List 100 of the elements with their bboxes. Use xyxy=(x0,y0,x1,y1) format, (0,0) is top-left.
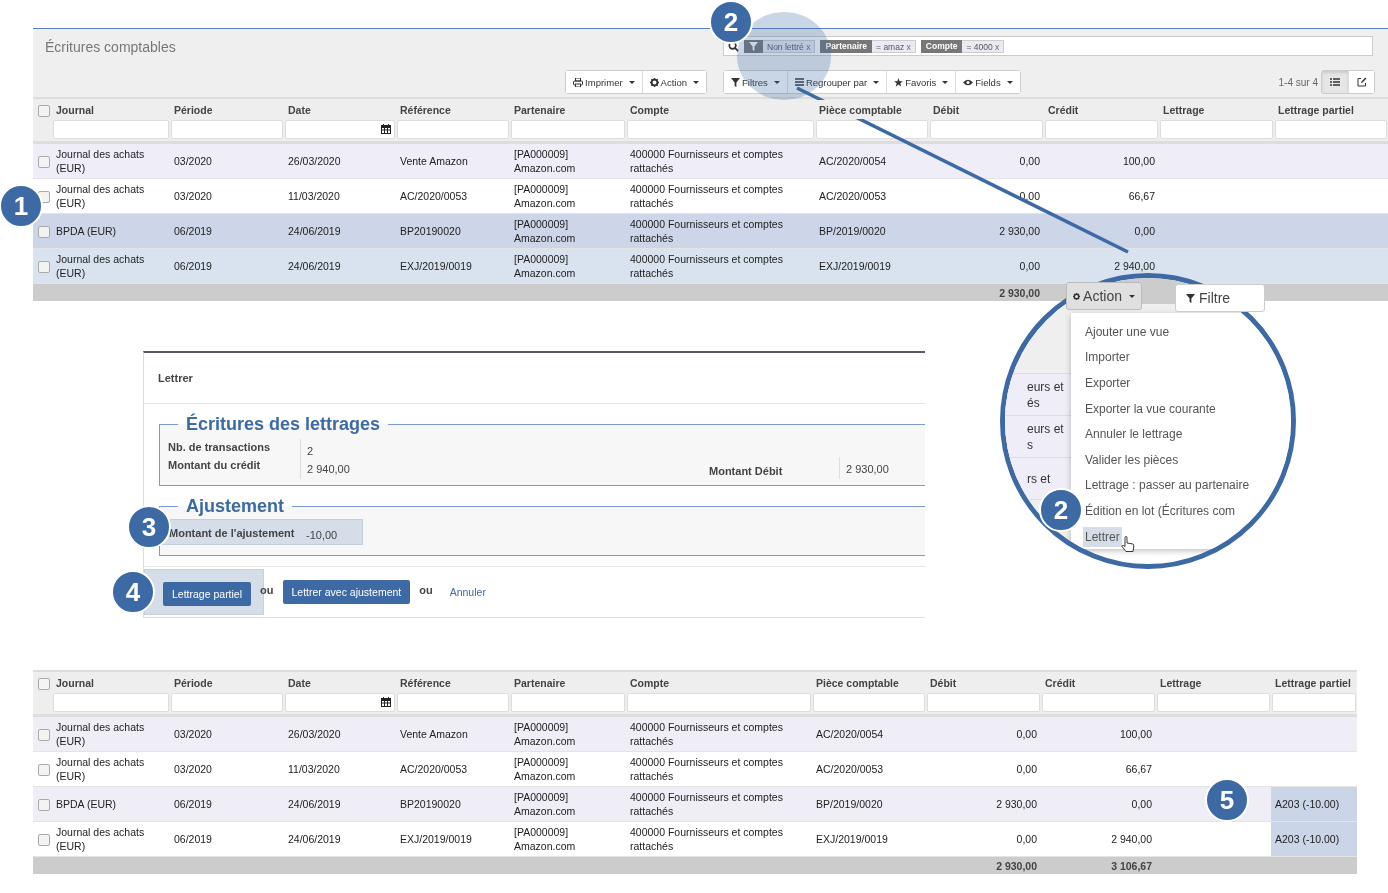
table-cell: 24/06/2019 xyxy=(288,225,341,237)
edit-icon xyxy=(1356,77,1367,87)
checkbox[interactable] xyxy=(38,729,50,742)
column-header[interactable]: Période xyxy=(174,677,213,689)
action-button[interactable]: Action xyxy=(1066,282,1142,310)
menu-item[interactable]: Lettrage : passer au partenaire xyxy=(1085,475,1250,496)
filter-field[interactable] xyxy=(53,693,169,712)
column-header[interactable]: Compte xyxy=(630,677,670,689)
filter-field[interactable] xyxy=(930,120,1043,139)
table-cell: [PA000009] Amazon.com xyxy=(514,756,576,782)
checkbox[interactable] xyxy=(38,104,50,117)
column-header[interactable]: Compte xyxy=(630,104,670,116)
table-cell: BP/2019/0020 xyxy=(819,225,886,237)
column-header[interactable]: Crédit xyxy=(1048,104,1079,116)
gear-icon xyxy=(649,77,659,87)
filter-field[interactable] xyxy=(171,693,283,712)
filter-field[interactable] xyxy=(813,693,925,712)
filter-field[interactable] xyxy=(1272,693,1356,712)
filter-field[interactable] xyxy=(1275,120,1387,139)
step-number: 1 xyxy=(0,184,43,228)
field-value: 2 930,00 xyxy=(839,457,925,479)
checkbox[interactable] xyxy=(38,261,50,274)
column-header[interactable]: Journal xyxy=(56,677,94,689)
checkbox[interactable] xyxy=(38,156,50,169)
filters-button[interactable]: Filtre xyxy=(1175,284,1265,312)
fields-button[interactable]: Fields xyxy=(955,71,1020,93)
table-cell: BP/2019/0020 xyxy=(816,798,883,810)
column-header[interactable]: Débit xyxy=(930,677,957,689)
filter-field[interactable] xyxy=(1160,120,1273,139)
filter-field[interactable] xyxy=(53,120,169,139)
table-cell: 03/2020 xyxy=(174,190,212,202)
table-cell: 03/2020 xyxy=(174,763,212,775)
checkbox[interactable] xyxy=(38,834,50,847)
menu-icon xyxy=(794,78,804,86)
column-header[interactable]: Période xyxy=(174,104,213,116)
filter-field[interactable] xyxy=(397,693,509,712)
menu-item[interactable]: Ajouter une vue xyxy=(1085,321,1170,342)
view-button[interactable] xyxy=(1322,71,1348,93)
table-cell: 06/2019 xyxy=(174,798,212,810)
table-cell: Journal des achats (EUR) xyxy=(56,756,145,782)
filter-field[interactable] xyxy=(397,120,509,139)
table-cell: AC/2020/0053 xyxy=(816,763,884,775)
caret-icon xyxy=(1006,80,1013,84)
filter-field[interactable] xyxy=(171,120,283,139)
filter-field[interactable] xyxy=(511,120,625,139)
table-cell: AC/2020/0053 xyxy=(400,190,468,202)
partial-reconcile-button[interactable]: Lettrage partiel xyxy=(163,582,252,606)
action-button[interactable]: Action xyxy=(641,71,706,93)
column-header[interactable]: Journal xyxy=(56,104,94,116)
menu-item[interactable]: Lettrer xyxy=(1083,526,1122,547)
menu-item[interactable]: Exporter xyxy=(1085,373,1131,393)
table-cell: 06/2019 xyxy=(174,833,212,845)
pager: 1-4 sur 4 xyxy=(1278,76,1318,88)
filter-field[interactable] xyxy=(627,120,814,139)
filter-field[interactable] xyxy=(1045,120,1158,139)
filter-icon xyxy=(1186,293,1195,303)
cancel-link[interactable]: Annuler xyxy=(449,586,486,598)
step-number: 4 xyxy=(111,570,155,614)
column-header[interactable]: Crédit xyxy=(1045,677,1076,689)
checkbox[interactable] xyxy=(38,226,50,239)
column-header[interactable]: Date xyxy=(288,104,311,116)
search-field[interactable]: Non lettré x Partenaire = amaz x Compte = 4000 x xyxy=(723,36,1373,56)
menu-item[interactable]: Valider les pièces xyxy=(1085,449,1179,470)
filter-field[interactable] xyxy=(285,693,395,712)
reconcile-button[interactable]: Lettrer avec ajustement xyxy=(282,580,411,604)
menu-item[interactable]: Édition en lot (Écritures com xyxy=(1085,500,1236,521)
column-header[interactable]: Débit xyxy=(933,104,960,116)
checkbox[interactable] xyxy=(38,764,50,777)
filter-field[interactable] xyxy=(285,120,395,139)
table-cell: 11/03/2020 xyxy=(288,190,340,202)
filter-field[interactable] xyxy=(927,693,1040,712)
column-header[interactable]: Date xyxy=(288,677,311,689)
table-cell: BPDA (EUR) xyxy=(56,225,117,237)
view-button[interactable] xyxy=(1348,71,1374,93)
field-value: 2 940,00 xyxy=(300,457,709,479)
filter-field[interactable] xyxy=(1157,693,1270,712)
section-title: Écritures des lettrages xyxy=(186,414,381,434)
filter-field[interactable] xyxy=(816,120,928,139)
filter-field[interactable] xyxy=(1042,693,1155,712)
table-cell: 66,67 xyxy=(1125,763,1152,775)
caret-icon xyxy=(942,80,949,84)
checkbox[interactable] xyxy=(38,799,50,812)
table-cell: 2 930,00 xyxy=(999,225,1040,237)
filter-field[interactable] xyxy=(511,693,625,712)
menu-item[interactable]: Annuler le lettrage xyxy=(1085,424,1183,445)
menu-item[interactable]: Importer xyxy=(1085,347,1130,368)
table-cell: A203 (-10.00) xyxy=(1275,798,1340,810)
table-cell: 2 930,00 xyxy=(996,798,1037,810)
filter-icon xyxy=(749,41,758,51)
table-cell: 2 940,00 xyxy=(1114,260,1155,272)
table-cell: [PA000009] Amazon.com xyxy=(514,183,576,209)
table-cell: 26/03/2020 xyxy=(288,728,341,740)
table-cell: 03/2020 xyxy=(174,728,212,740)
filter-field[interactable] xyxy=(627,693,811,712)
step-number: 2 xyxy=(709,0,753,44)
menu-item[interactable]: Exporter la vue courante xyxy=(1085,398,1216,419)
caret-icon xyxy=(873,80,880,84)
checkbox[interactable] xyxy=(38,677,50,690)
gear-icon xyxy=(1073,291,1081,301)
table-cell: BP20190020 xyxy=(400,225,461,237)
